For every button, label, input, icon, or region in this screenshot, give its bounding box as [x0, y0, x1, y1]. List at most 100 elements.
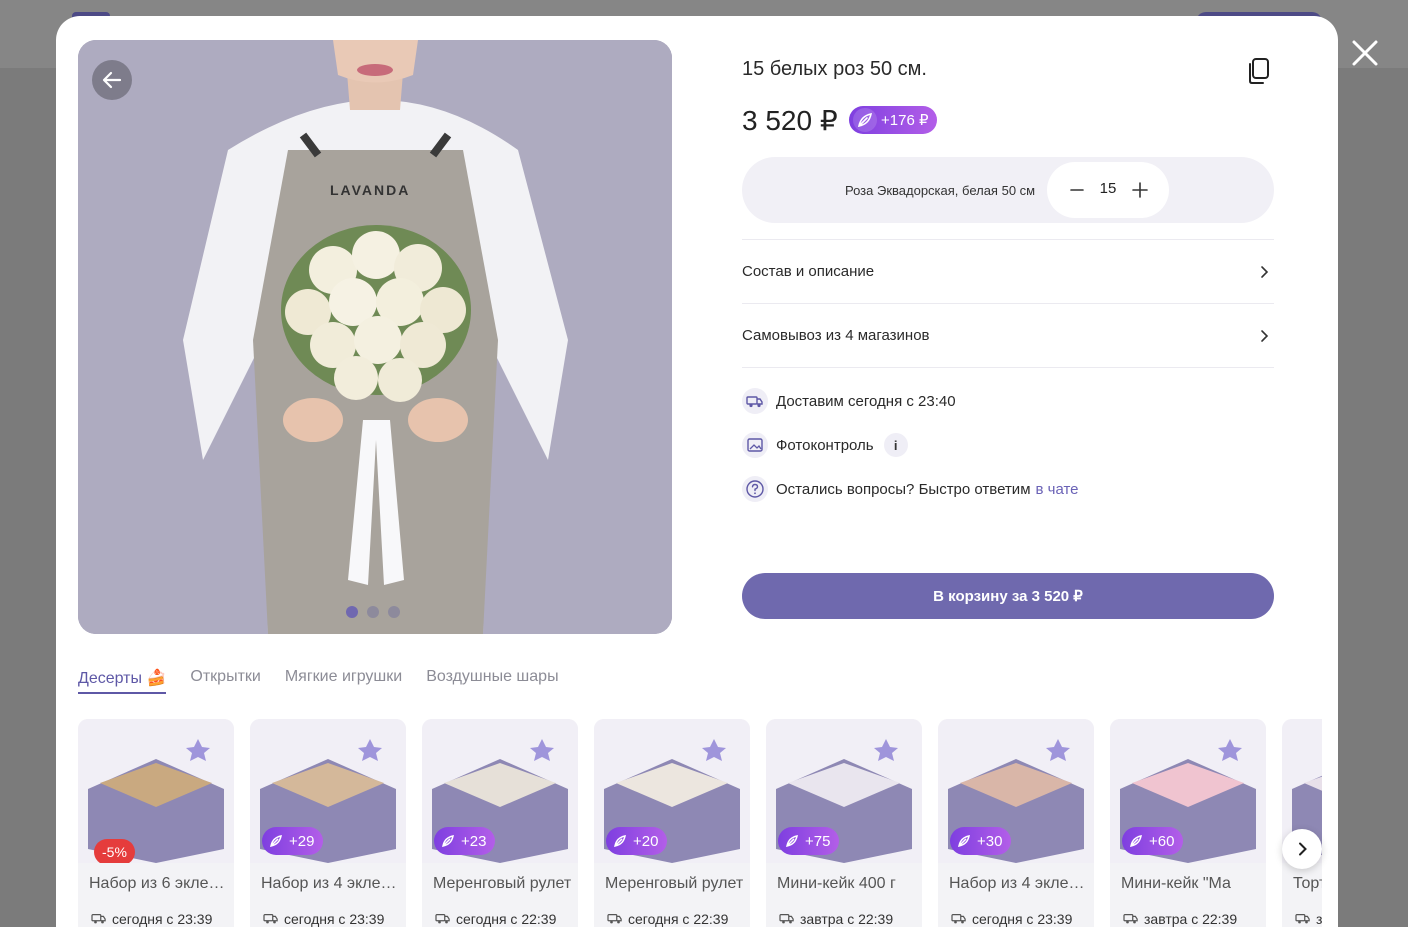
- product-card-delivery: сегодня с 23:39: [263, 911, 384, 927]
- divider: [742, 367, 1274, 368]
- truck-icon: [1295, 914, 1310, 924]
- product-card-name: Набор из 6 эклеров: [89, 875, 229, 892]
- product-card[interactable]: +30 Набор из 4 эклеров сегодня с 23:39: [938, 719, 1094, 927]
- product-card-delivery: з: [1295, 911, 1322, 927]
- delivery-time: завтра с 22:39: [800, 911, 894, 927]
- close-icon[interactable]: [1346, 34, 1384, 72]
- product-card[interactable]: +20 Меренговый рулет сегодня с 22:39: [594, 719, 750, 927]
- composition-accordion[interactable]: Состав и описание: [742, 239, 1274, 303]
- addon-category-tabs: Десерты 🍰 Открытки Мягкие игрушки Воздуш…: [78, 668, 559, 694]
- variant-selector: Роза Эквадорская, белая 50 см 15: [742, 157, 1274, 223]
- pagination-dot[interactable]: [367, 606, 379, 618]
- product-card-body: Меренговый рулет сегодня с 22:39: [594, 863, 750, 927]
- bonus-value: +23: [461, 832, 487, 850]
- product-card-name: Мини-кейк 400 г: [777, 875, 896, 892]
- delivery-time: з: [1316, 911, 1322, 927]
- bonus-value: +176 ₽: [881, 112, 929, 129]
- pickup-accordion[interactable]: Самовывоз из 4 магазинов: [742, 303, 1274, 367]
- leaf-icon: [853, 108, 877, 132]
- truck-icon: [742, 388, 768, 414]
- delivery-time: сегодня с 22:39: [456, 911, 557, 927]
- product-card-delivery: сегодня с 22:39: [435, 911, 556, 927]
- arrow-left-icon: [102, 71, 122, 89]
- apron-logo-text: LAVANDA: [330, 182, 411, 198]
- carousel-next-button[interactable]: [1282, 829, 1322, 869]
- delivery-time: завтра с 22:39: [1144, 911, 1238, 927]
- product-modal: LAVANDA 15 белых роз 50 см. 3 520 ₽ +176…: [56, 16, 1338, 927]
- truck-icon: [435, 914, 450, 924]
- product-card-name: Меренговый рулет: [605, 875, 744, 892]
- product-card[interactable]: +23 Меренговый рулет сегодня с 22:39: [422, 719, 578, 927]
- leaf-icon: [958, 835, 970, 847]
- leaf-icon: [614, 835, 626, 847]
- product-card-body: Торт з: [1282, 863, 1322, 927]
- delivery-time: сегодня с 23:39: [972, 911, 1073, 927]
- photo-control-text: Фотоконтроль: [776, 436, 874, 454]
- minus-icon[interactable]: [1063, 176, 1091, 204]
- questions-info: Остались вопросы? Быстро ответим в чате: [742, 475, 1079, 503]
- pagination-dot[interactable]: [346, 606, 358, 618]
- chat-link[interactable]: в чате: [1036, 481, 1079, 498]
- copy-icon[interactable]: [1242, 54, 1276, 88]
- bonus-value: +20: [633, 832, 659, 850]
- truck-icon: [607, 914, 622, 924]
- product-card-delivery: сегодня с 22:39: [607, 911, 728, 927]
- tab-soft-toys[interactable]: Мягкие игрушки: [285, 668, 402, 694]
- bonus-badge: +75: [778, 827, 840, 855]
- leaf-icon: [1130, 835, 1142, 847]
- bonus-value: +60: [1149, 832, 1175, 850]
- bonus-value: +75: [805, 832, 831, 850]
- pagination-dot[interactable]: [388, 606, 400, 618]
- photo-control-info: Фотоконтроль i: [742, 431, 908, 459]
- product-card-name: Меренговый рулет: [433, 875, 572, 892]
- product-title: 15 белых роз 50 см.: [742, 58, 927, 80]
- chevron-right-icon: [1261, 266, 1269, 278]
- delivery-time: сегодня с 23:39: [112, 911, 213, 927]
- delivery-time: сегодня с 23:39: [284, 911, 385, 927]
- image-icon: [742, 432, 768, 458]
- product-card-name: Набор из 4 эклеров: [949, 875, 1089, 892]
- truck-icon: [1123, 914, 1138, 924]
- back-button[interactable]: [92, 60, 132, 100]
- bonus-badge: +176 ₽: [849, 106, 937, 134]
- leaf-icon: [270, 835, 282, 847]
- product-card[interactable]: +60 Мини-кейк "Ма завтра с 22:39: [1110, 719, 1266, 927]
- composition-label: Состав и описание: [742, 263, 875, 280]
- truck-icon: [779, 914, 794, 924]
- info-icon[interactable]: i: [883, 433, 908, 457]
- tab-desserts[interactable]: Десерты 🍰: [78, 668, 167, 694]
- truck-icon: [263, 914, 278, 924]
- product-card[interactable]: -5% Набор из 6 эклеров сегодня с 23:39: [78, 719, 234, 927]
- delivery-text: Доставим сегодня с 23:40: [776, 392, 956, 410]
- product-card[interactable]: +75 Мини-кейк 400 г завтра с 22:39: [766, 719, 922, 927]
- pickup-label: Самовывоз из 4 магазинов: [742, 327, 930, 344]
- product-card[interactable]: Торт з: [1282, 719, 1322, 927]
- quantity-stepper: 15: [1047, 162, 1169, 218]
- photo-pagination: [346, 606, 400, 618]
- chevron-right-icon: [1299, 842, 1307, 856]
- bonus-badge: +29: [262, 827, 324, 855]
- florist-illustration: [78, 40, 672, 634]
- product-card-body: Мини-кейк "Ма завтра с 22:39: [1110, 863, 1266, 927]
- product-card-delivery: завтра с 22:39: [779, 911, 893, 927]
- discount-badge: -5%: [94, 839, 135, 865]
- leaf-icon: [786, 835, 798, 847]
- tab-cards[interactable]: Открытки: [190, 668, 260, 694]
- product-photo[interactable]: LAVANDA: [78, 40, 672, 634]
- bonus-badge: +23: [434, 827, 496, 855]
- product-card-body: Меренговый рулет сегодня с 22:39: [422, 863, 578, 927]
- truck-icon: [951, 914, 966, 924]
- quantity-value[interactable]: 15: [1091, 180, 1125, 197]
- bonus-value: +30: [977, 832, 1003, 850]
- leaf-icon: [442, 835, 454, 847]
- cake-icon: 🍰: [146, 670, 167, 687]
- bonus-value: +29: [289, 832, 315, 850]
- product-card-body: Набор из 6 эклеров сегодня с 23:39: [78, 863, 234, 927]
- question-icon: [742, 476, 768, 502]
- plus-icon[interactable]: [1126, 176, 1154, 204]
- delivery-time: сегодня с 22:39: [628, 911, 729, 927]
- product-card-name: Мини-кейк "Ма: [1121, 875, 1231, 892]
- tab-balloons[interactable]: Воздушные шары: [426, 668, 558, 694]
- product-card[interactable]: +29 Набор из 4 эклеров сегодня с 23:39: [250, 719, 406, 927]
- add-to-cart-button[interactable]: В корзину за 3 520 ₽: [742, 573, 1274, 619]
